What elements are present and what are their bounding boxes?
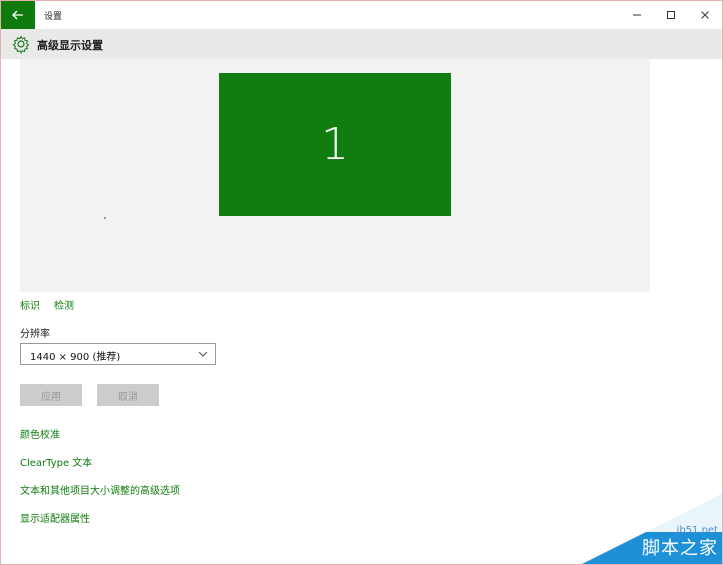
app-title: 设置 <box>44 12 63 22</box>
site-watermark: jb51.net 脚本之家 <box>582 494 722 564</box>
monitor-number: 1 <box>321 119 349 170</box>
cleartype-text-link[interactable]: ClearType 文本 <box>20 454 92 469</box>
window-controls <box>620 1 722 29</box>
settings-window: 设置 高级显示设置 1 标识 检测 分辨率 1440 × 900 (推荐) 应用… <box>0 0 723 565</box>
display-adapter-properties-link[interactable]: 显示适配器属性 <box>20 510 90 525</box>
resolution-dropdown[interactable]: 1440 × 900 (推荐) <box>20 343 216 365</box>
cancel-button[interactable]: 取消 <box>97 384 159 406</box>
page-title: 高级显示设置 <box>37 39 103 52</box>
back-button[interactable] <box>1 1 35 29</box>
chevron-down-icon <box>198 351 208 357</box>
minimize-icon <box>633 14 641 16</box>
resolution-label: 分辨率 <box>20 329 50 340</box>
detect-link[interactable]: 检测 <box>54 297 74 312</box>
close-button[interactable] <box>688 1 722 29</box>
back-arrow-icon <box>12 10 23 20</box>
monitor-tile-1[interactable]: 1 <box>219 73 451 216</box>
watermark-name: 脚本之家 <box>642 538 718 559</box>
apply-button[interactable]: 应用 <box>20 384 82 406</box>
display-links: 标识 检测 <box>20 297 74 312</box>
identify-link[interactable]: 标识 <box>20 297 40 312</box>
display-arrangement-area: 1 <box>20 59 650 292</box>
title-bar: 设置 <box>1 1 722 29</box>
close-icon <box>701 11 709 19</box>
advanced-sizing-link[interactable]: 文本和其他项目大小调整的高级选项 <box>20 482 180 497</box>
resolution-value: 1440 × 900 (推荐) <box>30 352 121 363</box>
color-calibration-link[interactable]: 颜色校准 <box>20 426 60 441</box>
maximize-icon <box>667 11 675 19</box>
gear-icon <box>12 35 30 54</box>
maximize-button[interactable] <box>654 1 688 29</box>
page-header: 高级显示设置 <box>1 29 722 59</box>
minimize-button[interactable] <box>620 1 654 29</box>
decorative-dot <box>104 217 106 219</box>
